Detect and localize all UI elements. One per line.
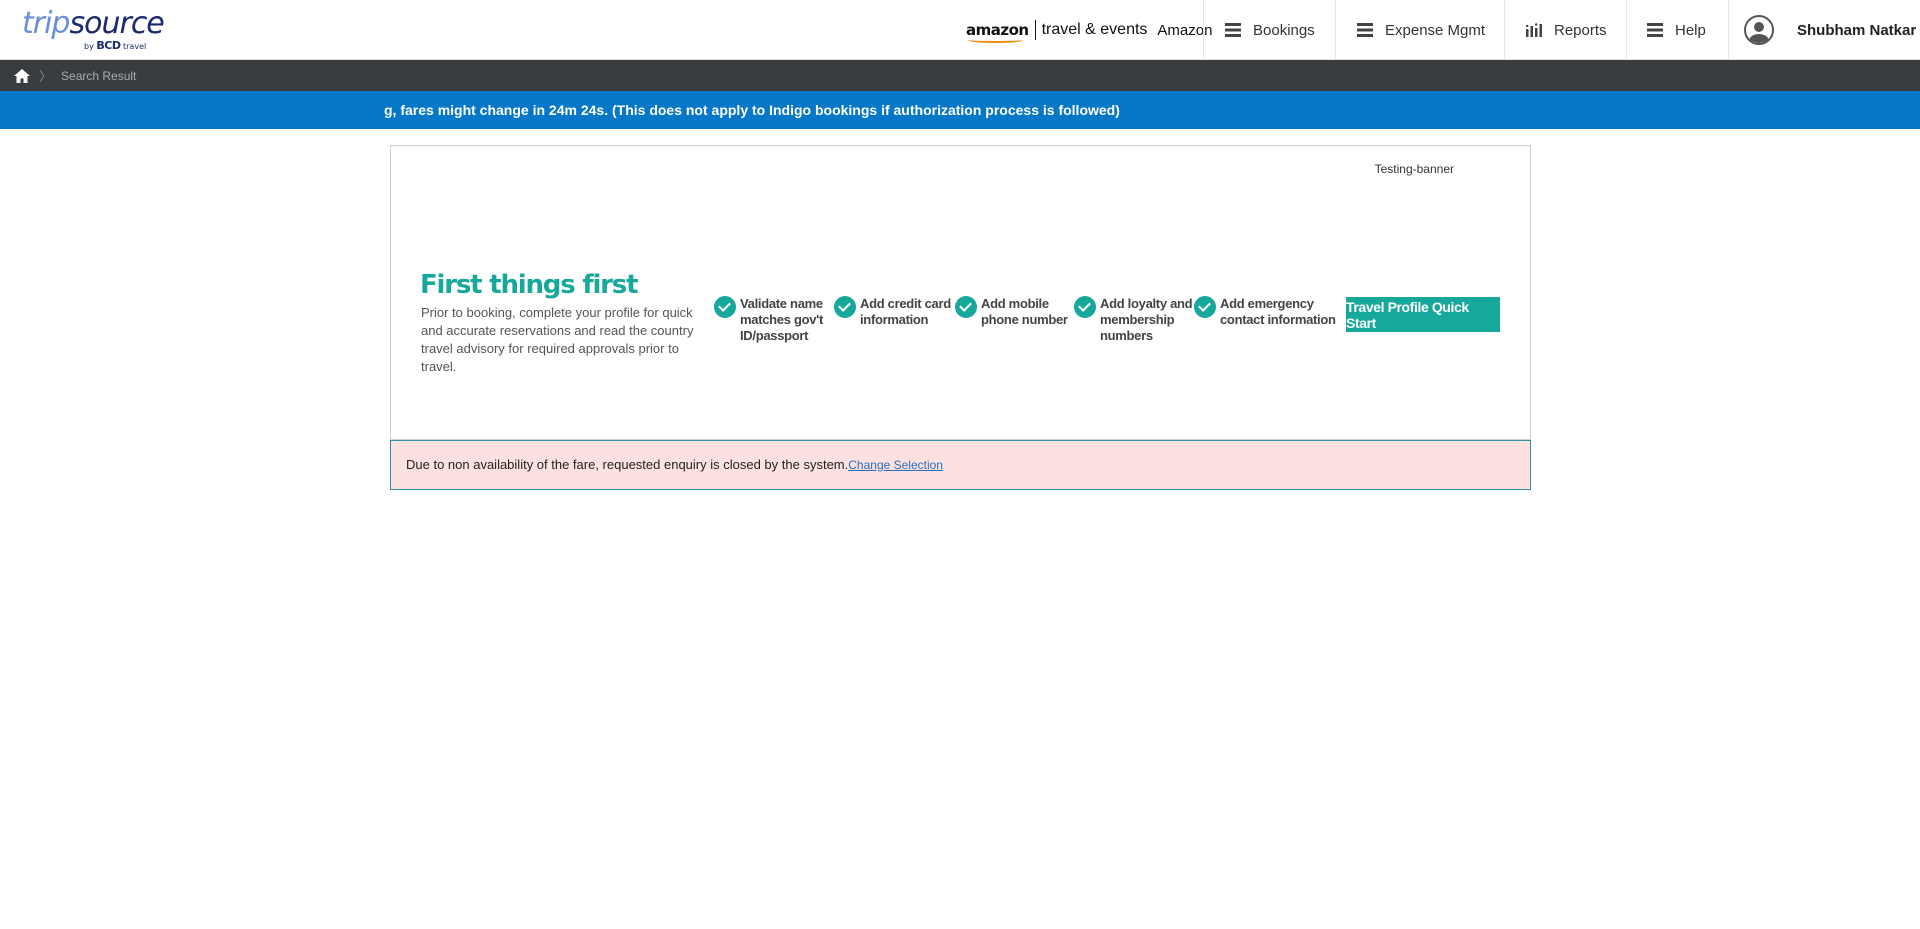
breadcrumb: 〉 Search Result	[0, 60, 1920, 91]
step-loyalty: Add loyalty and membership numbers	[1074, 296, 1193, 344]
bar-chart-icon	[1526, 23, 1542, 37]
check-icon	[1194, 296, 1216, 318]
step-emergency-contact: Add emergency contact information	[1194, 296, 1336, 328]
logo-byline: by BCD travel	[84, 39, 147, 52]
alert-message: Due to non availability of the fare, req…	[406, 457, 849, 472]
user-avatar-icon	[1744, 15, 1774, 45]
ticker-text: g, fares might change in 24m 24s. (This …	[384, 91, 1120, 129]
step-mobile-phone: Add mobile phone number	[955, 296, 1068, 328]
banner-description: Prior to booking, complete your profile …	[421, 305, 694, 374]
check-icon	[834, 296, 856, 318]
fare-timer-ticker: g, fares might change in 24m 24s. (This …	[0, 91, 1920, 129]
step-validate-name: Validate name matches gov't ID/passport	[714, 296, 823, 344]
user-name: Shubham Natkar	[1797, 21, 1917, 39]
step-credit-card: Add credit card information	[834, 296, 951, 328]
brand-travel-events: travel & events	[1041, 21, 1148, 38]
fare-unavailable-alert: Due to non availability of the fare, req…	[390, 440, 1531, 490]
brand-divider	[1034, 20, 1036, 40]
tripsource-logo[interactable]: tripsource by BCD travel	[22, 6, 165, 52]
top-header: tripsource by BCD travel amazon travel &…	[0, 0, 1920, 60]
ticker-prefix: g, fares might change in	[384, 102, 549, 118]
check-icon	[714, 296, 736, 318]
banner-title: First things first	[420, 270, 639, 300]
user-menu[interactable]: Shubham Natkar	[1728, 0, 1920, 60]
travel-profile-quick-start-button[interactable]: Travel Profile Quick Start	[1346, 297, 1500, 332]
nav-bookings-label: Bookings	[1253, 21, 1315, 39]
nav-help-label: Help	[1675, 21, 1706, 39]
menu-icon	[1225, 23, 1241, 37]
home-icon[interactable]	[14, 68, 30, 83]
breadcrumb-separator: 〉	[39, 69, 53, 84]
ticker-suffix: (This does not apply to Indigo bookings …	[608, 102, 1120, 118]
logo-wordmark: tripsource	[22, 6, 165, 41]
menu-icon	[1647, 23, 1663, 37]
nav-help[interactable]: Help	[1626, 0, 1728, 60]
menu-icon	[1357, 23, 1373, 37]
banner-label: Testing-banner	[1374, 162, 1454, 176]
nav-expense-mgmt[interactable]: Expense Mgmt	[1335, 0, 1504, 60]
nav-expense-label: Expense Mgmt	[1385, 21, 1486, 39]
check-icon	[1074, 296, 1096, 318]
nav-reports-label: Reports	[1554, 21, 1607, 39]
breadcrumb-current: Search Result	[61, 68, 137, 83]
profile-banner: Testing-banner First things first Prior …	[390, 145, 1531, 440]
ticker-timer: 24m 24s.	[548, 102, 609, 118]
nav-reports[interactable]: Reports	[1504, 0, 1626, 60]
change-selection-link[interactable]: Change Selection	[848, 458, 943, 472]
nav-bookings[interactable]: Bookings	[1203, 0, 1335, 60]
check-icon	[955, 296, 977, 318]
amazon-logo: amazon	[966, 21, 1029, 43]
company-brand: amazon travel & events Amazon	[966, 0, 1212, 60]
